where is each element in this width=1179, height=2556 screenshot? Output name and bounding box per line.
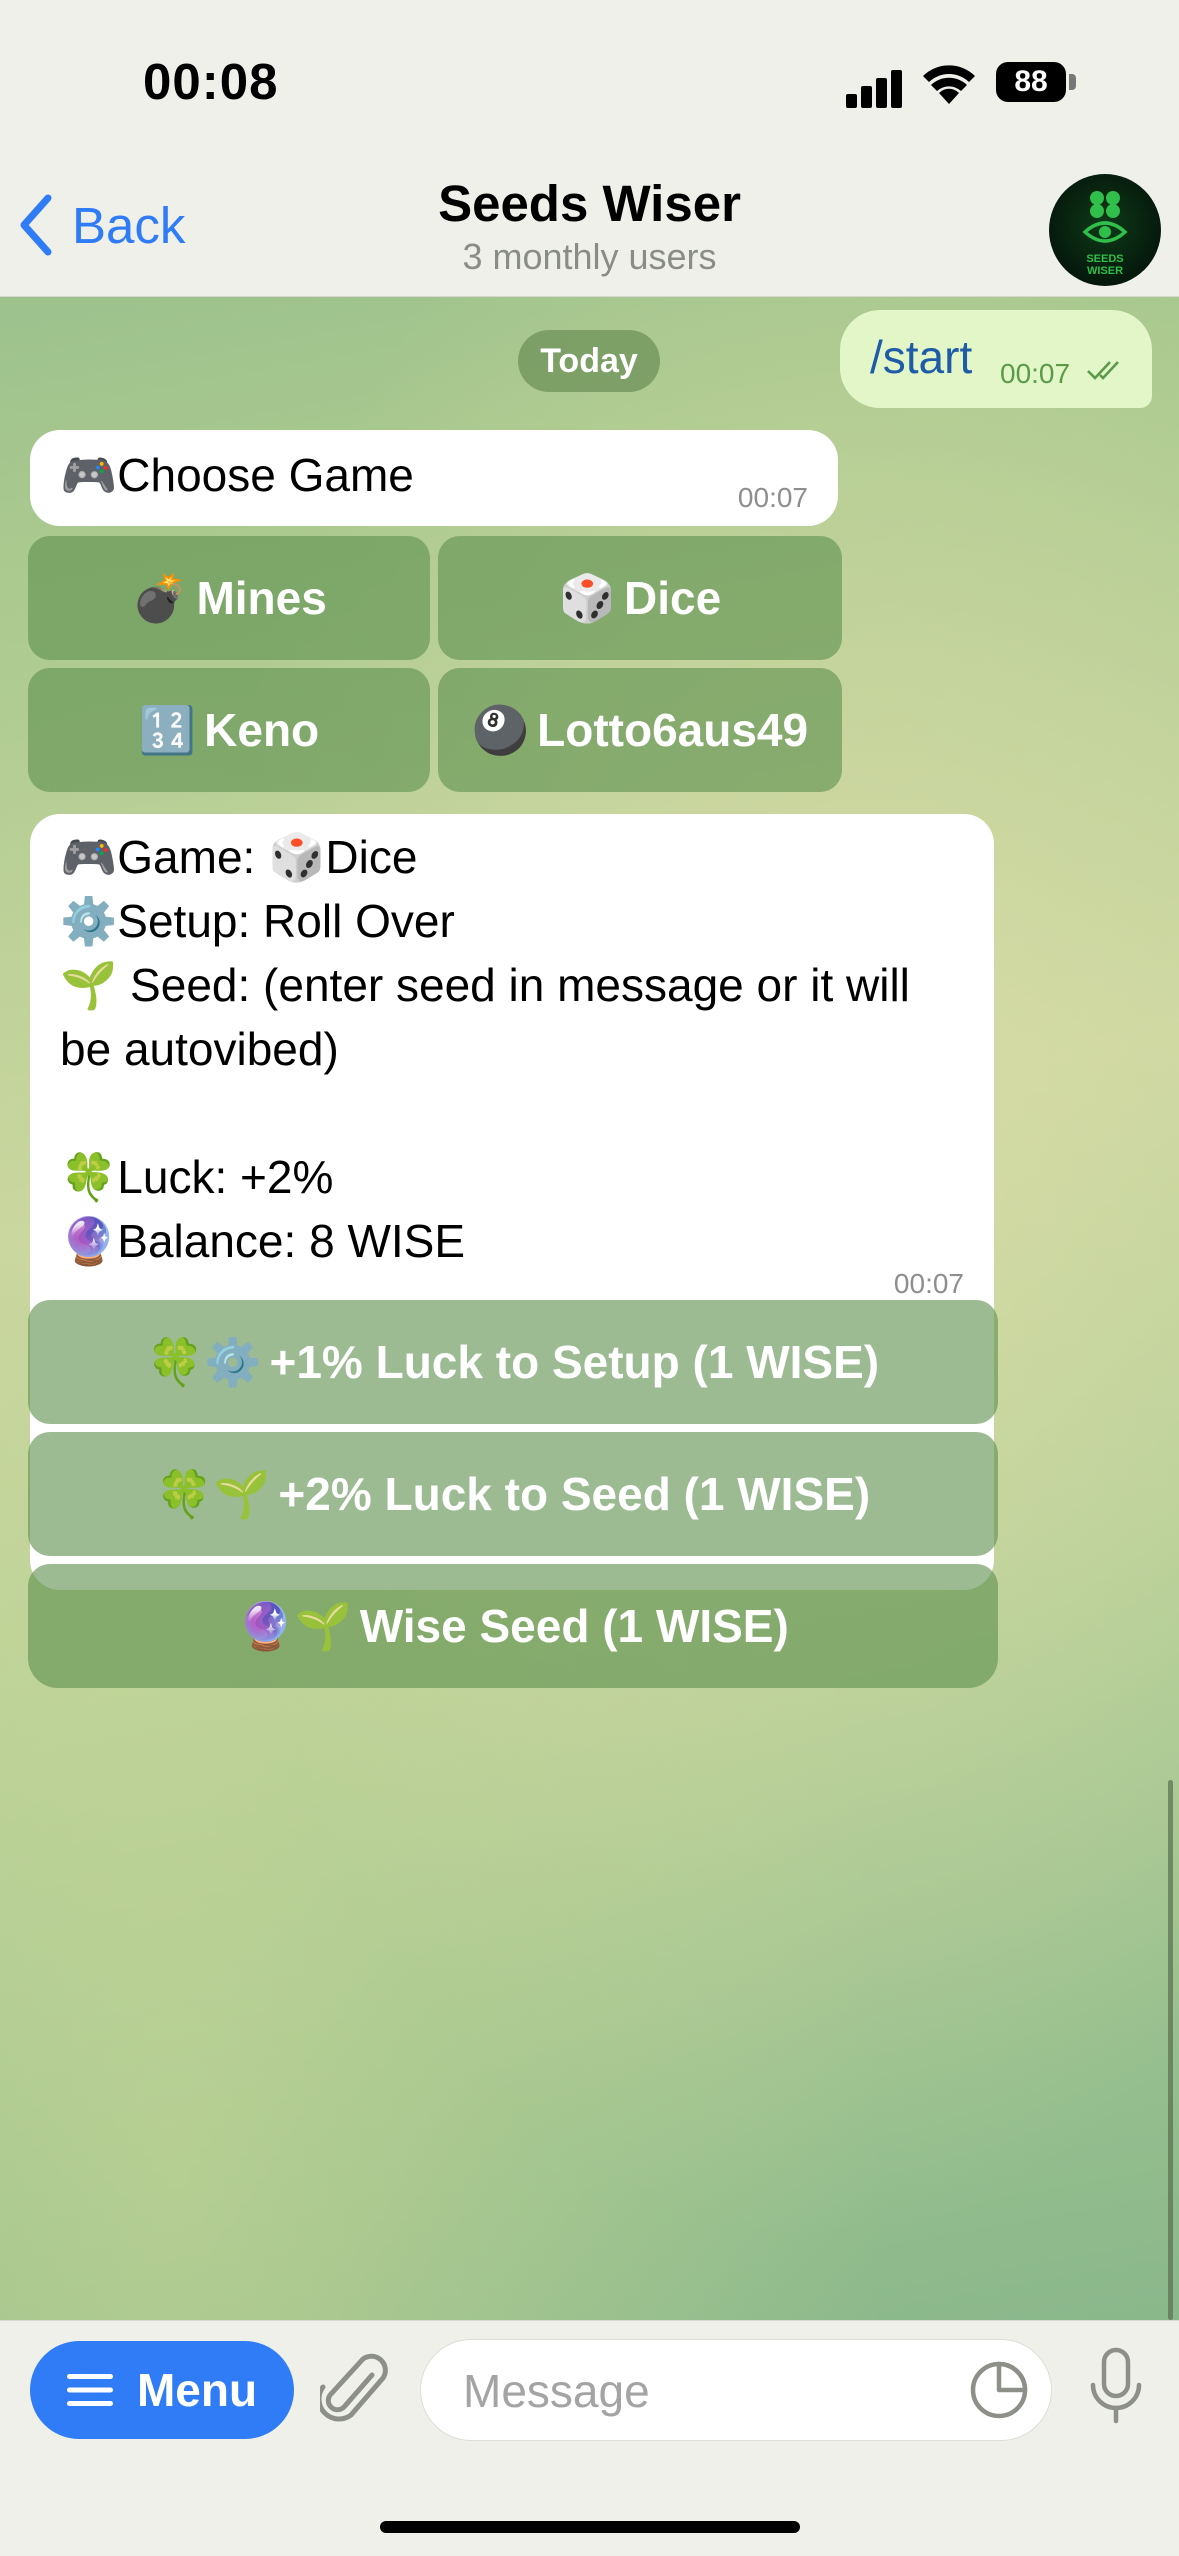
sticker-icon[interactable] (969, 2360, 1029, 2420)
action-label: Wise Seed (1 WISE) (359, 1600, 789, 1652)
clover-seedling-icon: 🍀🌱 (155, 1467, 271, 1520)
chat-header: Back Seeds Wiser 3 monthly users SEEDS W… (0, 170, 1179, 297)
luck-to-seed-button[interactable]: 🍀🌱 +2% Luck to Seed (1 WISE) (28, 1432, 998, 1556)
luck-to-setup-button[interactable]: 🍀⚙️ +1% Luck to Setup (1 WISE) (28, 1300, 998, 1424)
seed-text: Seed: (enter seed in message or it will (117, 959, 910, 1011)
game-button-label: Keno (204, 704, 320, 756)
incoming-message-choose-game[interactable]: 🎮Choose Game 00:07 (30, 430, 838, 526)
svg-text:SEEDS: SEEDS (1086, 253, 1123, 265)
setup-text: Setup: Roll Over (117, 895, 455, 947)
bomb-icon: 💣 (131, 571, 189, 624)
status-bar: 00:08 88 (0, 0, 1179, 170)
game-button-keno[interactable]: 🔢 Keno (28, 668, 430, 792)
luck-text: Luck: +2% (117, 1151, 334, 1203)
game-line: 🎮Game: 🎲Dice (60, 830, 417, 885)
clover-gear-icon: 🍀⚙️ (146, 1335, 262, 1388)
outgoing-message-text: /start (870, 331, 973, 383)
chat-screen: 00:08 88 Back Seeds Wiser 3 monthly user… (0, 0, 1179, 2556)
hamburger-icon (66, 2374, 113, 2406)
message-time: 00:07 (893, 1268, 964, 1299)
outgoing-message[interactable]: /start 00:07 (840, 310, 1152, 408)
balance-line: 🔮Balance: 8 WISE (60, 1214, 465, 1269)
paperclip-icon[interactable] (320, 2351, 392, 2431)
dice-icon: 🎲 (268, 831, 326, 883)
battery-icon: 88 (996, 62, 1066, 102)
menu-button[interactable]: Menu (30, 2341, 294, 2439)
message-time: 00:07 (737, 482, 808, 513)
game-value: Dice (325, 831, 418, 883)
seed-line-continued: be autovibed) (60, 1023, 339, 1075)
game-button-mines[interactable]: 💣 Mines (28, 536, 430, 660)
message-input[interactable] (461, 2340, 945, 2442)
double-check-icon (1087, 361, 1119, 380)
choose-game-label: Choose Game (117, 449, 414, 501)
game-button-label: Lotto6aus49 (537, 704, 809, 756)
input-bar: Menu (0, 2320, 1179, 2556)
message-input-field[interactable] (420, 2339, 1052, 2442)
status-time: 00:08 (143, 53, 279, 110)
balance-text: Balance: 8 WISE (117, 1215, 465, 1267)
game-button-label: Dice (624, 572, 722, 624)
gear-icon: ⚙️ (60, 895, 118, 947)
home-indicator[interactable] (380, 2521, 800, 2533)
dice-icon: 🎲 (558, 571, 617, 624)
seedling-icon: 🌱 (60, 959, 118, 1011)
date-separator: Today (518, 330, 660, 392)
game-button-dice[interactable]: 🎲 Dice (438, 536, 842, 660)
game-button-label: Mines (196, 572, 327, 624)
seed-line: 🌱 Seed: (enter seed in message or it wil… (60, 958, 910, 1013)
wise-seed-button[interactable]: 🔮🌱 Wise Seed (1 WISE) (28, 1564, 998, 1688)
chat-subtitle: 3 monthly users (462, 236, 717, 277)
action-label: +2% Luck to Seed (1 WISE) (278, 1468, 871, 1520)
setup-line: ⚙️Setup: Roll Over (60, 894, 455, 949)
chat-title[interactable]: Seeds Wiser (0, 174, 1179, 233)
battery-tip (1069, 74, 1076, 90)
gamepad-icon: 🎮 (60, 831, 118, 883)
microphone-icon[interactable] (1088, 2347, 1144, 2433)
svg-text:WISER: WISER (1087, 265, 1123, 277)
choose-game-text: 🎮Choose Game (60, 448, 414, 503)
menu-label: Menu (136, 2364, 258, 2416)
signal-icon (846, 68, 906, 108)
action-label: +1% Luck to Setup (1 WISE) (269, 1336, 880, 1388)
bot-avatar[interactable]: SEEDS WISER (1049, 174, 1161, 286)
numbers-icon: 🔢 (138, 703, 197, 756)
clover-icon: 🍀 (60, 1151, 118, 1203)
outgoing-message-time: 00:07 (1000, 358, 1071, 389)
eight-ball-icon: 🎱 (471, 703, 530, 756)
luck-line: 🍀Luck: +2% (60, 1150, 333, 1205)
crystal-ball-icon: 🔮 (60, 1215, 118, 1267)
scrollbar[interactable] (1168, 1780, 1173, 2320)
crystal-ball-seedling-icon: 🔮🌱 (237, 1599, 352, 1652)
clover-eye-logo-icon: SEEDS WISER (1082, 191, 1128, 277)
gamepad-icon: 🎮 (60, 449, 118, 501)
message-list[interactable]: Today /start 00:07 🎮Choose Game 00:07 💣 M… (0, 296, 1179, 2320)
game-button-lotto[interactable]: 🎱 Lotto6aus49 (438, 668, 842, 792)
wifi-icon (923, 65, 975, 104)
game-label: Game: (117, 831, 256, 883)
